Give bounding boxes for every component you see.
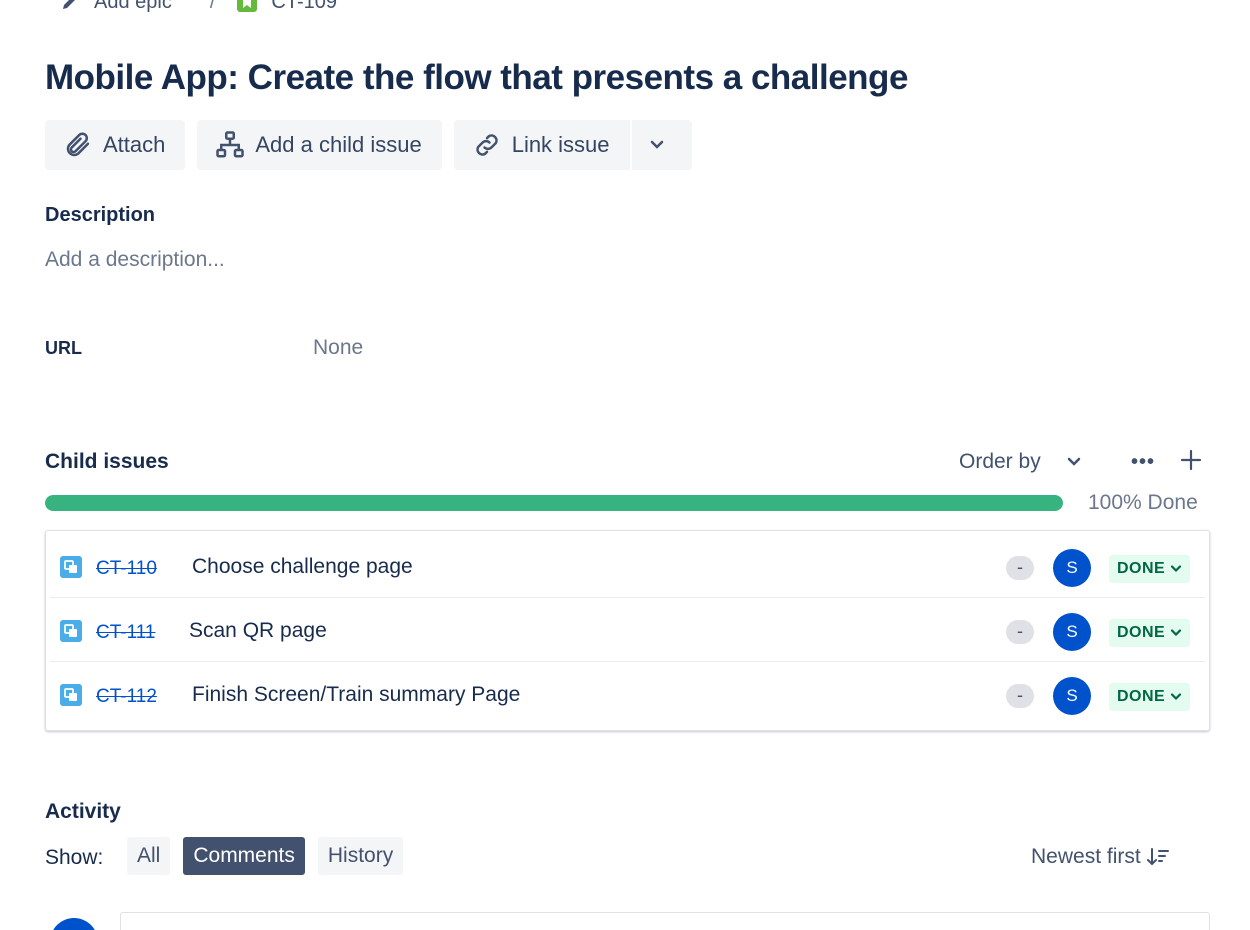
url-field-label: URL xyxy=(45,338,82,358)
subtask-icon xyxy=(60,620,82,642)
story-icon xyxy=(237,0,258,12)
child-issues-more-button[interactable]: ••• xyxy=(1131,451,1155,474)
add-child-label: Add a child issue xyxy=(255,132,422,157)
hierarchy-icon xyxy=(216,131,245,158)
activity-tab-history[interactable]: History xyxy=(317,837,404,875)
child-issue-row[interactable]: CT-112 Finish Screen/Train summary Page - S… xyxy=(50,662,1205,726)
status-label: DONE xyxy=(1117,688,1166,705)
issue-key: CT-109 xyxy=(271,0,337,13)
chevron-down-icon xyxy=(1067,457,1080,466)
pencil-icon xyxy=(63,0,75,9)
status-dropdown[interactable]: DONE xyxy=(1109,555,1191,583)
activity-tab-comments[interactable]: Comments xyxy=(183,837,305,875)
status-label: DONE xyxy=(1117,624,1166,641)
add-child-plus-icon[interactable] xyxy=(1180,449,1202,471)
subtask-icon xyxy=(60,556,82,578)
issue-key-link[interactable]: CT-109 xyxy=(237,0,337,14)
chevron-down-icon xyxy=(1171,693,1182,701)
link-issue-button[interactable]: Link issue xyxy=(453,120,630,170)
child-issue-key[interactable]: CT-110 xyxy=(96,558,157,580)
priority-badge[interactable]: - xyxy=(1006,556,1034,580)
link-issue-more-button[interactable] xyxy=(629,120,692,170)
child-issues-progress-bar xyxy=(45,495,1063,511)
paperclip-icon xyxy=(66,132,90,157)
status-dropdown[interactable]: DONE xyxy=(1109,619,1191,647)
order-by-dropdown[interactable]: Order by xyxy=(959,450,1081,474)
issue-toolbar: Attach Add a child issue Link issue xyxy=(45,120,692,170)
status-label: DONE xyxy=(1117,560,1166,577)
attach-button[interactable]: Attach xyxy=(45,120,186,170)
activity-sort-button[interactable]: Newest first xyxy=(1031,845,1169,869)
progress-fill xyxy=(45,495,1063,511)
chevron-down-icon xyxy=(1171,565,1182,573)
url-field-value[interactable]: None xyxy=(313,336,363,360)
add-epic-label: Add epic xyxy=(94,0,172,13)
sort-descending-icon xyxy=(1146,848,1169,866)
activity-show-label: Show: xyxy=(45,846,104,869)
add-comment-input[interactable] xyxy=(120,912,1210,930)
chevron-down-icon xyxy=(1171,629,1182,637)
attach-label: Attach xyxy=(103,132,166,157)
link-icon xyxy=(476,134,498,156)
add-epic-link[interactable]: Add epic xyxy=(60,0,172,14)
activity-heading: Activity xyxy=(45,800,121,823)
child-issues-heading: Child issues xyxy=(45,450,169,473)
chevron-down-icon xyxy=(650,140,663,149)
priority-badge[interactable]: - xyxy=(1006,620,1034,644)
add-child-issue-button[interactable]: Add a child issue xyxy=(197,120,442,170)
child-issue-key[interactable]: CT-112 xyxy=(96,686,157,708)
issue-title[interactable]: Mobile App: Create the flow that present… xyxy=(45,58,908,98)
order-by-label: Order by xyxy=(959,450,1041,473)
child-issue-key[interactable]: CT-111 xyxy=(96,622,156,644)
breadcrumb-separator: / xyxy=(209,0,216,13)
assignee-avatar[interactable]: S xyxy=(1053,549,1091,587)
activity-tabs: All Comments History xyxy=(127,837,416,875)
description-heading: Description xyxy=(45,204,156,226)
subtask-icon xyxy=(60,684,82,706)
activity-tab-all[interactable]: All xyxy=(127,837,171,875)
status-dropdown[interactable]: DONE xyxy=(1109,683,1191,711)
assignee-avatar[interactable]: S xyxy=(1053,677,1091,715)
child-issue-summary[interactable]: Choose challenge page xyxy=(192,555,413,579)
child-issue-row[interactable]: CT-111 Scan QR page - S DONE xyxy=(50,598,1205,662)
current-user-avatar xyxy=(50,918,98,930)
child-issue-summary[interactable]: Scan QR page xyxy=(189,619,327,643)
assignee-avatar[interactable]: S xyxy=(1053,613,1091,651)
breadcrumb: Add epic / CT-109 xyxy=(60,0,337,16)
progress-percent-label: 100% Done xyxy=(1088,491,1198,514)
child-issue-row[interactable]: CT-110 Choose challenge page - S DONE xyxy=(50,534,1205,598)
child-issue-summary[interactable]: Finish Screen/Train summary Page xyxy=(192,683,520,707)
link-issue-label: Link issue xyxy=(511,132,610,157)
description-placeholder[interactable]: Add a description... xyxy=(45,248,225,272)
sort-label: Newest first xyxy=(1031,845,1141,868)
child-issues-list: CT-110 Choose challenge page - S DONE CT-111 S… xyxy=(45,530,1210,731)
priority-badge[interactable]: - xyxy=(1006,684,1034,708)
